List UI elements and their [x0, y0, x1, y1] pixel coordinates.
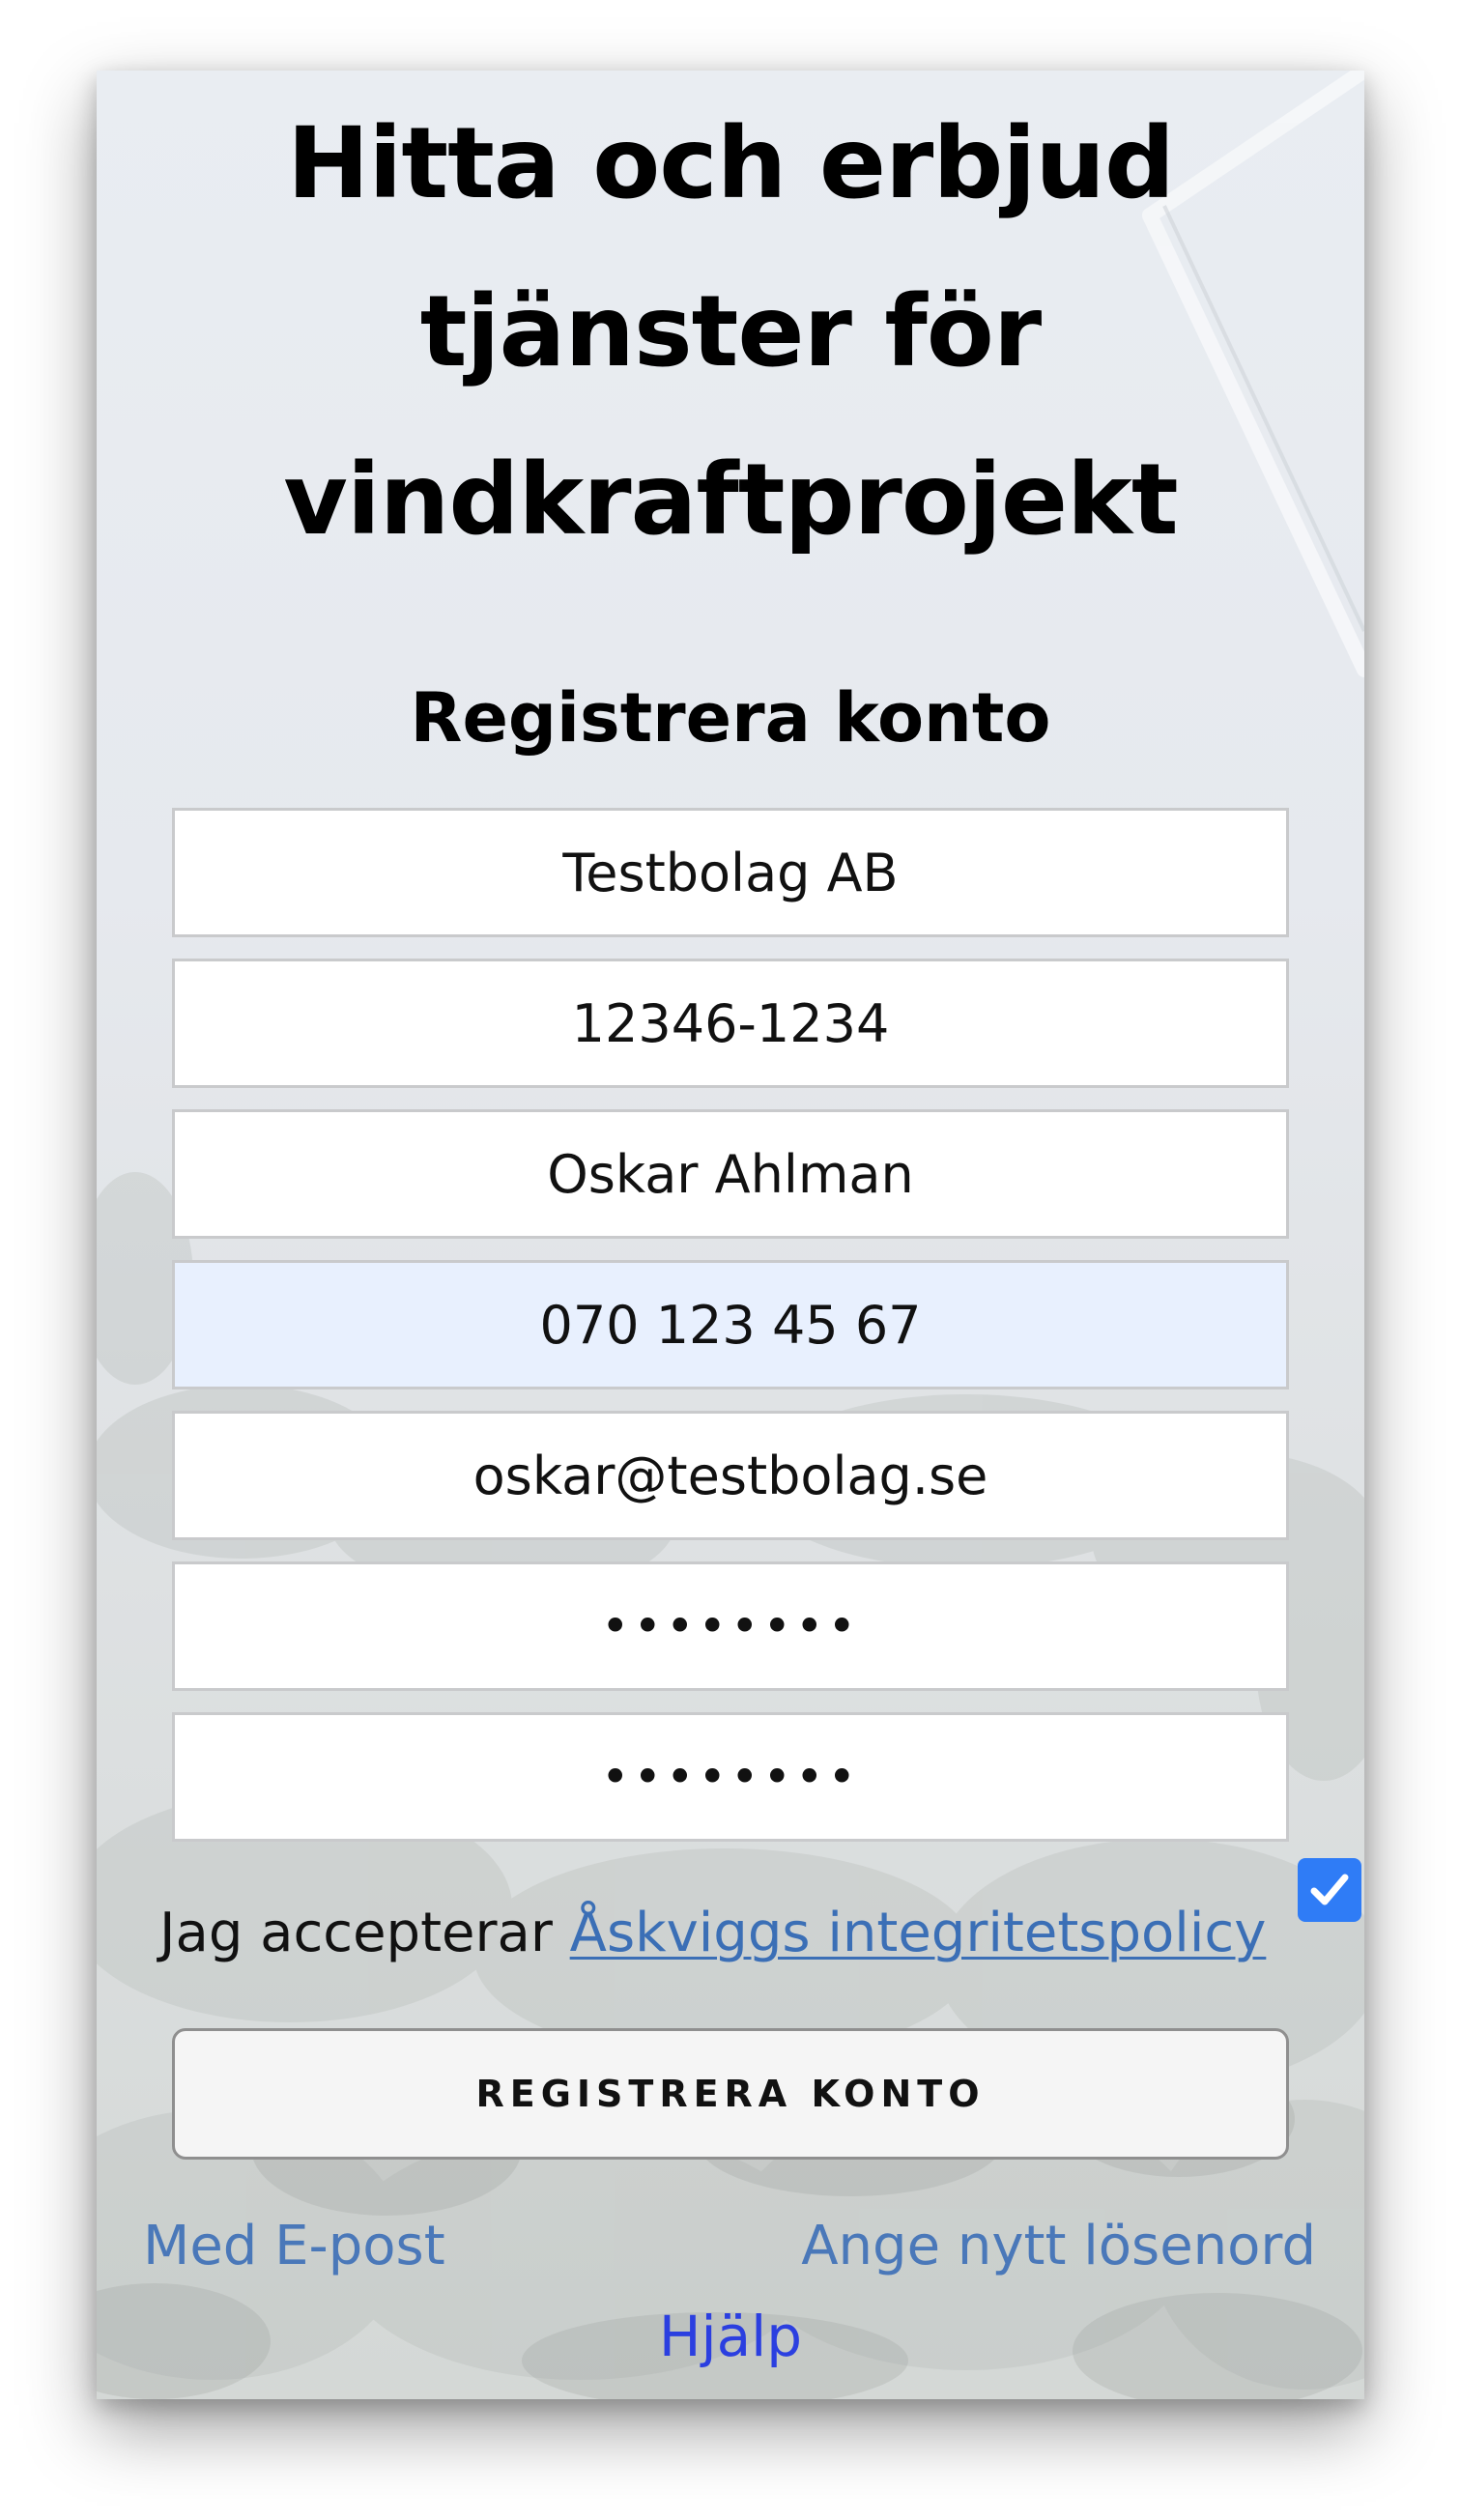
hero-title: Hitta och erbjud tjänster för vindkraftp… [283, 106, 1178, 558]
phone-screen: Hitta och erbjud tjänster för vindkraftp… [97, 71, 1364, 2399]
privacy-consent-checkbox[interactable] [1298, 1858, 1361, 1922]
privacy-policy-link[interactable]: Åskviggs integritetspolicy [570, 1902, 1267, 1964]
reset-password-link[interactable]: Ange nytt lösenord [801, 2210, 1316, 2283]
privacy-consent-row: Jag accepterar Åskviggs integritetspolic… [159, 1858, 1361, 1974]
check-icon [1310, 1874, 1349, 1905]
register-account-button[interactable]: REGISTRERA KONTO [172, 2028, 1289, 2160]
org-number-field[interactable] [172, 959, 1289, 1088]
register-form-container: Hitta och erbjud tjänster för vindkraftp… [97, 71, 1364, 2399]
privacy-consent-label: Jag accepterar Åskviggs integritetspolic… [159, 1897, 1266, 1970]
phone-field[interactable] [172, 1260, 1289, 1389]
password-confirm-field[interactable] [172, 1712, 1289, 1842]
form-title: Registrera konto [410, 678, 1051, 758]
contact-name-field[interactable] [172, 1109, 1289, 1239]
help-link[interactable]: Hjälp [537, 2300, 924, 2373]
password-field[interactable] [172, 1561, 1289, 1691]
email-login-link[interactable]: Med E-post [143, 2210, 445, 2283]
email-field[interactable] [172, 1411, 1289, 1540]
privacy-consent-text: Jag accepterar [159, 1902, 570, 1964]
company-name-field[interactable] [172, 808, 1289, 937]
